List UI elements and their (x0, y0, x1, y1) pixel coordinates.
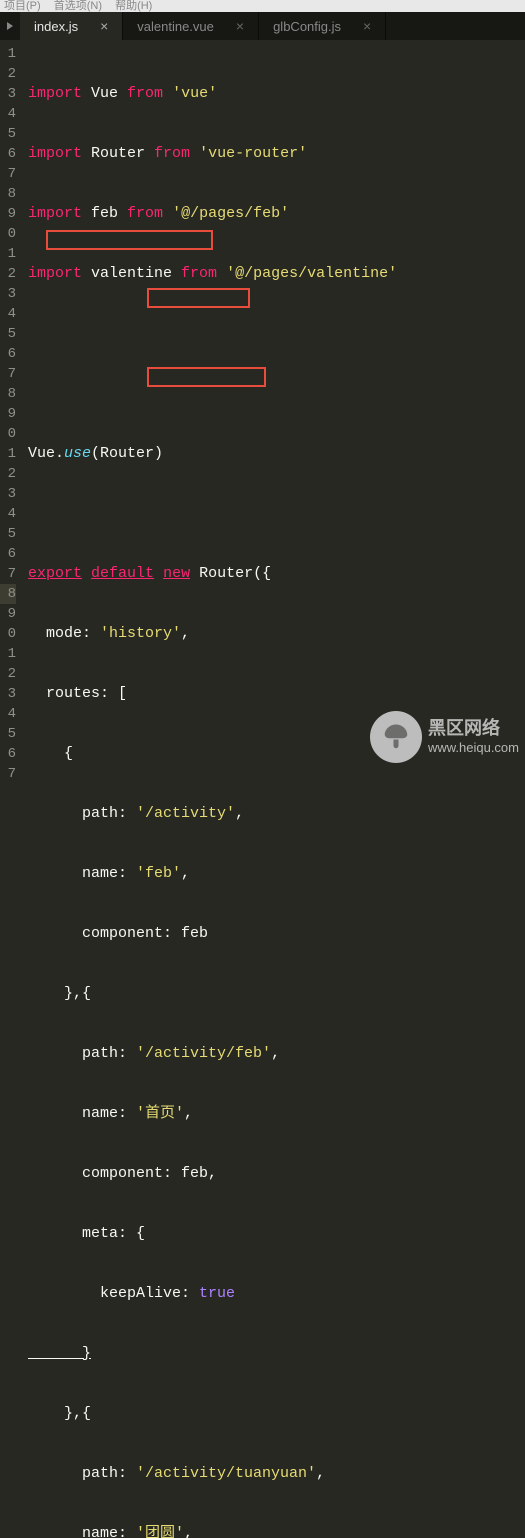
line-gutter: 1234567890123456789012345678901234567 (0, 40, 20, 769)
watermark-title: 黑区网络 (428, 718, 519, 740)
menu-item[interactable]: 首选项(N) (54, 0, 102, 12)
menu-item[interactable]: 项目(P) (4, 0, 41, 12)
close-icon[interactable]: × (363, 19, 371, 33)
mushroom-icon (370, 711, 422, 763)
tab-bar: index.js × valentine.vue × glbConfig.js … (0, 12, 525, 40)
tab-label: valentine.vue (137, 19, 214, 34)
editor[interactable]: 1234567890123456789012345678901234567 im… (0, 40, 525, 769)
tab-index-js[interactable]: index.js × (20, 12, 123, 40)
code-area[interactable]: import Vue from 'vue' import Router from… (20, 40, 525, 769)
menu-item[interactable]: 帮助(H) (115, 0, 152, 12)
close-icon[interactable]: × (100, 19, 108, 33)
watermark: 黑区网络 www.heiqu.com (370, 711, 519, 763)
tab-label: glbConfig.js (273, 19, 341, 34)
tab-glbconfig-js[interactable]: glbConfig.js × (259, 12, 386, 40)
watermark-url: www.heiqu.com (428, 740, 519, 756)
tab-label: index.js (34, 19, 78, 34)
sidebar-toggle[interactable] (0, 12, 20, 40)
menu-bar: 项目(P) 首选项(N) 帮助(H) (0, 0, 525, 12)
close-icon[interactable]: × (236, 19, 244, 33)
tab-valentine-vue[interactable]: valentine.vue × (123, 12, 259, 40)
